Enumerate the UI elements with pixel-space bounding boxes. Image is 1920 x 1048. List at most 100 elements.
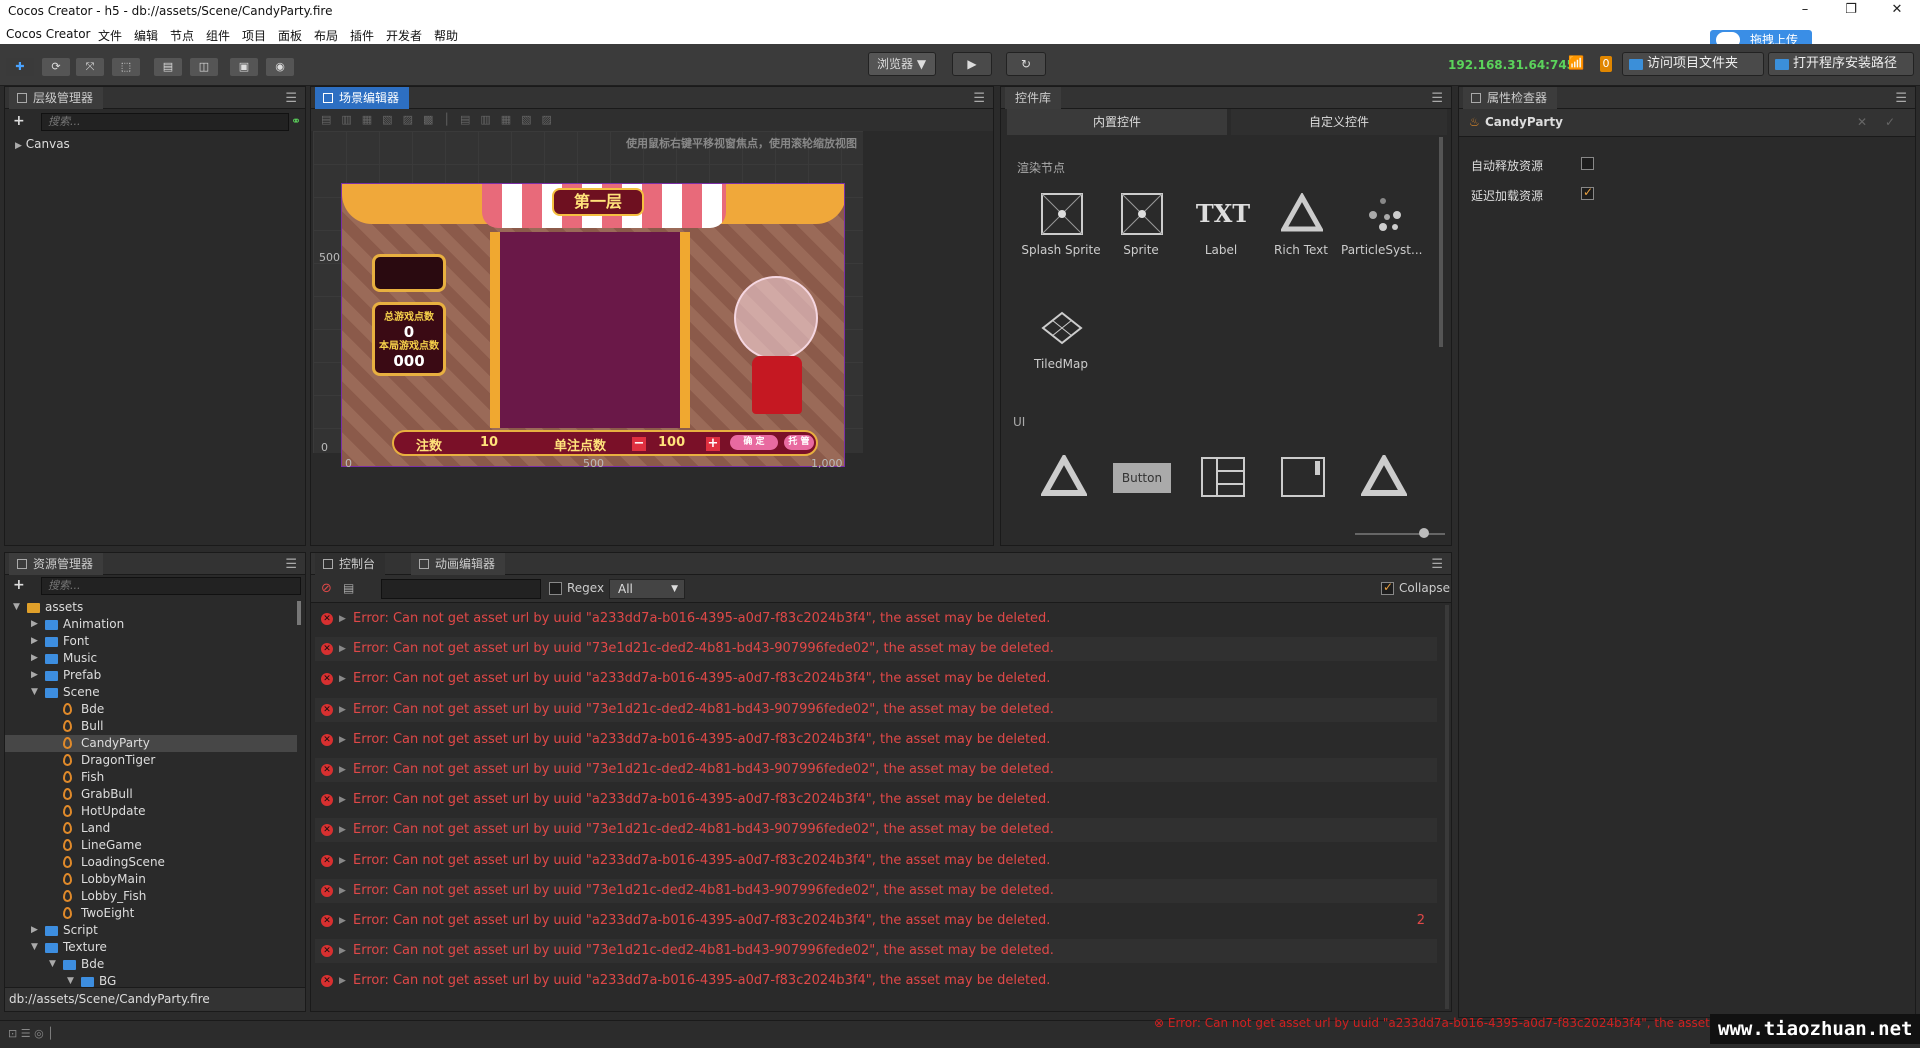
console-error-row[interactable]: ✕ ▶ Error: Can not get asset url by uuid "… [315,969,1437,993]
assets-menu-icon[interactable]: ☰ [285,557,297,572]
collapse-checkbox[interactable] [1381,580,1394,595]
menu-plugin[interactable]: 插件 [350,27,374,44]
menu-component[interactable]: 组件 [206,27,230,44]
minus-button[interactable]: − [632,437,646,451]
collapse-arrow-icon[interactable]: ▶ [31,616,38,633]
asset-tree-item[interactable]: LobbyMain [5,871,297,888]
expand-arrow-icon[interactable]: ▼ [49,956,56,973]
widget-label-item[interactable]: TXT Label [1181,183,1261,273]
asset-tree-item[interactable]: ▶ Animation [5,616,297,633]
expand-arrow-icon[interactable]: ▶ [339,728,346,752]
play-button[interactable]: ▶ [952,52,992,76]
expand-arrow-icon[interactable]: ▼ [31,939,38,956]
asset-tree-item[interactable]: HotUpdate [5,803,297,820]
asset-tree-item[interactable]: Fish [5,769,297,786]
asset-tree-item[interactable]: DragonTiger [5,752,297,769]
clear-console-icon[interactable]: ⊘ [321,581,332,596]
menu-panel[interactable]: 面板 [278,27,302,44]
regex-checkbox[interactable] [549,582,562,595]
layout-widget-icon[interactable] [1201,457,1245,500]
expand-arrow-icon[interactable]: ▶ [339,607,346,631]
console-error-row[interactable]: ✕ ▶ Error: Can not get asset url by uuid "… [315,637,1437,662]
minimize-button[interactable]: – [1790,2,1820,17]
game-canvas[interactable]: 第一层 总游戏点数 0 本局游戏点数 000 注数 10 单注点数 − 100 … [341,183,845,467]
menu-file[interactable]: 文件 [98,27,122,44]
expand-arrow-icon[interactable]: ▼ [13,599,20,616]
log-level-select[interactable]: All ▼ [609,579,685,599]
console-error-row[interactable]: ✕ ▶ Error: Can not get asset url by uuid "… [315,667,1437,691]
revert-icon[interactable]: ✕ [1857,115,1867,129]
maximize-button[interactable]: ❐ [1836,2,1866,17]
scale-tool-icon[interactable]: ⤧ [76,58,104,76]
expand-arrow-icon[interactable]: ▶ [339,879,346,903]
expand-arrow-icon[interactable]: ▶ [339,909,346,933]
scene-viewport[interactable]: 使用鼠标右键平移视窗焦点，使用滚轮缩放视图 第一层 总游戏点数 0 本局游戏点数… [313,131,863,470]
hierarchy-menu-icon[interactable]: ☰ [285,91,297,106]
assets-scrollbar[interactable] [297,601,301,625]
gizmo-tool-icon[interactable]: ◉ [266,58,294,76]
asset-tree-item[interactable]: ▶ Prefab [5,667,297,684]
menu-project[interactable]: 项目 [242,27,266,44]
expand-arrow-icon[interactable]: ▶ [339,788,346,812]
console-error-row[interactable]: ✕ ▶ Error: Can not get asset url by uuid "… [315,607,1437,631]
console-filter-input[interactable] [381,579,541,599]
refresh-button[interactable]: ↻ [1006,52,1046,76]
console-error-row[interactable]: ✕ ▶ Error: Can not get asset url by uuid "… [315,939,1437,964]
confirm-button[interactable]: 确 定 [730,435,778,450]
hierarchy-search-input[interactable]: 搜索... [41,113,289,131]
asset-tree-item[interactable]: ▼ assets [5,599,297,616]
asset-tree-item[interactable]: ▶ Script [5,922,297,939]
widget-sprite[interactable]: Sprite [1101,183,1181,273]
tab-assets[interactable]: 资源管理器 [9,553,104,575]
rect-tool-icon[interactable]: ⬚ [112,58,140,76]
rotate-tool-icon[interactable]: ⟳ [42,58,70,76]
tab-hierarchy[interactable]: 层级管理器 [9,87,104,109]
collapse-arrow-icon[interactable]: ▶ [31,667,38,684]
widget-rich-text[interactable]: Rich Text [1261,183,1341,273]
local-tool-icon[interactable]: ◫ [190,58,218,76]
expand-arrow-icon[interactable]: ▶ [339,969,346,993]
console-error-row[interactable]: ✕ ▶ Error: Can not get asset url by uuid "… [315,818,1437,843]
open-project-folder-button[interactable]: 访问项目文件夹 [1622,52,1764,76]
expand-arrow-icon[interactable]: ▶ [339,698,346,722]
asset-tree-item[interactable]: Lobby_Fish [5,888,297,905]
collapse-arrow-icon[interactable]: ▶ [15,141,22,151]
menu-layout[interactable]: 布局 [314,27,338,44]
menu-cocos[interactable]: Cocos Creator [6,27,91,41]
auto-release-checkbox[interactable] [1581,157,1594,170]
menu-edit[interactable]: 编辑 [134,27,158,44]
inspector-menu-icon[interactable]: ☰ [1895,91,1907,106]
asset-tree-item[interactable]: TwoEight [5,905,297,922]
asset-tree-item[interactable]: Bull [5,718,297,735]
pivot-tool-icon[interactable]: ▤ [154,58,182,76]
menu-help[interactable]: 帮助 [434,27,458,44]
console-error-row[interactable]: ✕ ▶ Error: Can not get asset url by uuid "… [315,758,1437,782]
status-error-text[interactable]: ⊗ Error: Can not get asset url by uuid "… [1154,1016,1740,1030]
snap-tool-icon[interactable]: ▣ [230,58,258,76]
tab-widgets[interactable]: 控件库 [1005,87,1062,109]
zoom-slider-handle[interactable] [1419,528,1429,538]
asset-tree-item[interactable]: LineGame [5,837,297,854]
menu-node[interactable]: 节点 [170,27,194,44]
preview-platform-select[interactable]: 浏览器 ▼ [868,52,936,76]
auto-button[interactable]: 托 管 [784,435,814,450]
status-icons[interactable]: ⊡ ☰ ◎ │ [8,1027,54,1040]
asset-tree-item[interactable]: Land [5,820,297,837]
asset-tree-item[interactable]: ▶ Font [5,633,297,650]
expand-arrow-icon[interactable]: ▶ [339,637,346,661]
console-error-row[interactable]: ✕ ▶ Error: Can not get asset url by uuid "… [315,849,1437,873]
console-scrollbar[interactable] [1445,605,1449,1009]
scene-menu-icon[interactable]: ☰ [973,91,985,106]
add-asset-icon[interactable]: + [13,577,25,593]
console-error-row[interactable]: ✕ ▶ Error: Can not get asset url by uuid "… [315,909,1437,933]
widget-scrollbar[interactable] [1439,137,1443,347]
assets-search-input[interactable]: 搜索... [41,577,301,595]
menu-developer[interactable]: 开发者 [386,27,422,44]
console-error-row[interactable]: ✕ ▶ Error: Can not get asset url by uuid "… [315,788,1437,812]
console-error-row[interactable]: ✕ ▶ Error: Can not get asset url by uuid "… [315,878,1437,903]
collapse-arrow-icon[interactable]: ▶ [31,922,38,939]
tab-custom-widgets[interactable]: 自定义控件 [1231,109,1447,135]
asset-tree-item[interactable]: ▼ Scene [5,684,297,701]
notification-badge[interactable]: 0 [1600,56,1612,72]
tab-inspector[interactable]: 属性检查器 [1463,87,1558,109]
